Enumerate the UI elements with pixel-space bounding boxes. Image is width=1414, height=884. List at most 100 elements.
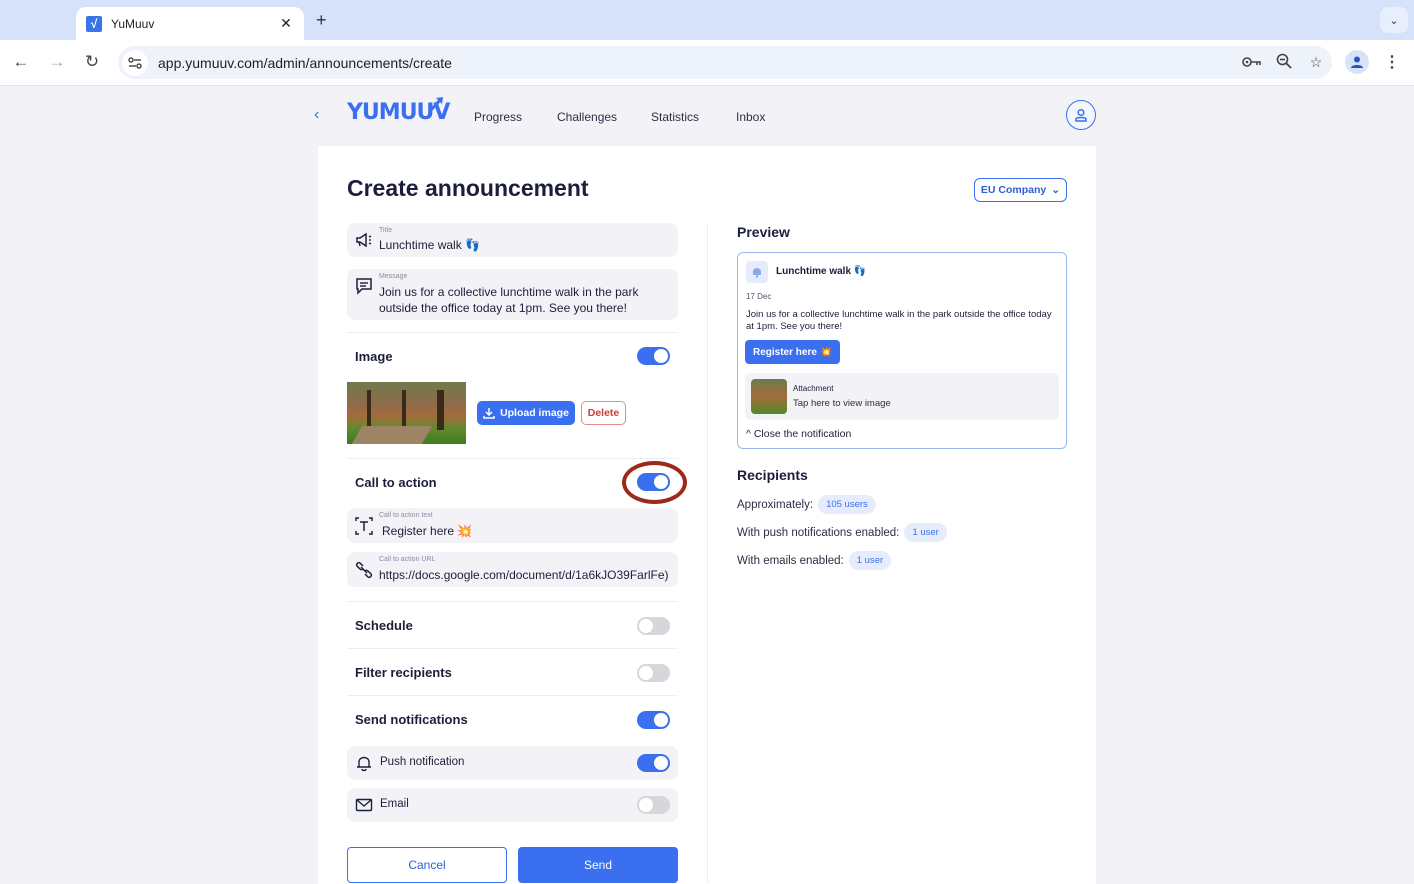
link-icon xyxy=(355,561,373,579)
title-field-value[interactable]: Lunchtime walk 👣 xyxy=(379,238,480,252)
preview-heading: Preview xyxy=(737,224,790,240)
cta-url-value[interactable]: https://docs.google.com/document/d/1a6kJ… xyxy=(379,568,672,582)
recipients-email-count: 1 user xyxy=(848,551,892,570)
upload-image-button[interactable]: Upload image xyxy=(477,401,575,425)
attachment-thumbnail xyxy=(751,379,787,414)
cta-url-label: Call to action URL xyxy=(379,556,436,563)
company-select[interactable]: EU Company ⌄ xyxy=(974,178,1067,202)
filter-recipients-label: Filter recipients xyxy=(355,665,452,680)
nav-progress[interactable]: Progress xyxy=(474,110,522,124)
recipients-approx-row: Approximately: 105 users xyxy=(737,495,876,514)
push-notification-toggle[interactable] xyxy=(637,754,670,772)
title-field-label: Title xyxy=(379,227,392,234)
favicon-icon: √ xyxy=(86,15,102,32)
download-icon xyxy=(483,408,495,419)
preview-attachment[interactable]: Attachment Tap here to view image xyxy=(745,373,1059,420)
title-field[interactable]: Title Lunchtime walk 👣 xyxy=(347,223,678,257)
message-field-label: Message xyxy=(379,273,408,280)
highlight-annotation-ring xyxy=(622,461,687,504)
password-key-icon[interactable] xyxy=(1236,55,1268,71)
bookmark-star-icon[interactable]: ☆ xyxy=(1300,54,1332,71)
divider xyxy=(347,458,678,459)
message-icon xyxy=(356,278,372,295)
column-divider xyxy=(707,223,708,883)
schedule-label: Schedule xyxy=(355,618,413,633)
recipients-push-label: With push notifications enabled: xyxy=(737,526,900,539)
divider xyxy=(347,332,678,333)
new-tab-icon[interactable]: + xyxy=(316,10,327,31)
reload-icon[interactable]: ↻ xyxy=(80,52,104,72)
preview-message: Join us for a collective lunchtime walk … xyxy=(746,309,1052,332)
tab-search-chevron-icon[interactable]: ⌄ xyxy=(1380,7,1408,33)
recipients-push-row: With push notifications enabled: 1 user xyxy=(737,523,947,542)
recipients-email-label: With emails enabled: xyxy=(737,554,844,567)
tab-title: YuMuuv xyxy=(111,16,155,31)
email-toggle[interactable] xyxy=(637,796,670,814)
recipients-email-row: With emails enabled: 1 user xyxy=(737,551,892,570)
forward-icon[interactable]: → xyxy=(45,52,69,72)
back-icon[interactable]: ← xyxy=(9,52,33,72)
cta-url-field[interactable]: Call to action URL https://docs.google.c… xyxy=(347,552,678,587)
profile-icon[interactable] xyxy=(1345,50,1369,74)
nav-challenges[interactable]: Challenges xyxy=(557,110,617,124)
image-toggle[interactable] xyxy=(637,347,670,365)
bell-icon xyxy=(357,756,371,772)
divider xyxy=(347,695,678,696)
image-section-label: Image xyxy=(355,349,393,364)
attachment-label: Attachment xyxy=(793,384,834,393)
divider xyxy=(347,601,678,602)
cta-text-field[interactable]: Call to action text Register here 💥 xyxy=(347,508,678,543)
preview-bell-icon xyxy=(746,261,768,283)
schedule-toggle[interactable] xyxy=(637,617,670,635)
preview-title: Lunchtime walk 👣 xyxy=(776,266,867,277)
kebab-menu-icon[interactable]: ⋮ xyxy=(1384,52,1400,72)
email-row: Email xyxy=(347,788,678,822)
recipients-approx-label: Approximately: xyxy=(737,498,814,511)
preview-cta-button[interactable]: Register here 💥 xyxy=(745,340,841,364)
upload-image-label: Upload image xyxy=(500,407,569,419)
send-button[interactable]: Send xyxy=(518,847,678,883)
send-notifications-toggle[interactable] xyxy=(637,711,670,729)
browser-tab-bar: √ YuMuuv ✕ + ⌄ xyxy=(0,0,1414,40)
call-to-action-label: Call to action xyxy=(355,475,437,490)
push-notification-row: Push notification xyxy=(347,746,678,780)
nav-statistics[interactable]: Statistics xyxy=(651,110,699,124)
delete-image-button[interactable]: Delete xyxy=(581,401,626,425)
email-label: Email xyxy=(380,798,409,810)
attachment-subtitle: Tap here to view image xyxy=(793,398,891,409)
message-field[interactable]: Message Join us for a collective lunchti… xyxy=(347,269,678,320)
message-field-value[interactable]: Join us for a collective lunchtime walk … xyxy=(379,284,659,316)
chevron-down-icon: ⌄ xyxy=(1051,184,1061,196)
cancel-button[interactable]: Cancel xyxy=(347,847,507,883)
user-account-button[interactable] xyxy=(1066,100,1096,130)
company-select-value: EU Company xyxy=(980,184,1047,196)
announcement-image-thumbnail xyxy=(347,382,466,444)
recipients-heading: Recipients xyxy=(737,467,808,483)
recipients-approx-count: 105 users xyxy=(818,495,876,514)
filter-recipients-toggle[interactable] xyxy=(637,664,670,682)
page-title: Create announcement xyxy=(347,175,589,201)
text-frame-icon xyxy=(355,517,373,535)
nav-inbox[interactable]: Inbox xyxy=(736,110,765,124)
site-info-icon[interactable] xyxy=(122,49,148,76)
logo-arrow-icon xyxy=(428,97,443,112)
push-notification-label: Push notification xyxy=(380,756,465,768)
send-notifications-label: Send notifications xyxy=(355,712,468,727)
close-notification-link[interactable]: ^ Close the notification xyxy=(746,428,851,440)
browser-toolbar: ← → ↻ app.yumuuv.com/admin/announcements… xyxy=(0,40,1414,86)
url-text[interactable]: app.yumuuv.com/admin/announcements/creat… xyxy=(158,55,1236,71)
cta-text-label: Call to action text xyxy=(379,512,433,519)
notification-preview: Lunchtime walk 👣 17 Dec Join us for a co… xyxy=(737,252,1067,449)
address-bar[interactable]: app.yumuuv.com/admin/announcements/creat… xyxy=(118,46,1332,79)
preview-date: 17 Dec xyxy=(746,292,772,301)
megaphone-icon xyxy=(356,232,372,248)
recipients-push-count: 1 user xyxy=(904,523,947,542)
cta-text-value[interactable]: Register here 💥 xyxy=(382,524,472,538)
user-icon xyxy=(1075,108,1087,122)
envelope-icon xyxy=(355,798,373,812)
browser-tab[interactable]: √ YuMuuv ✕ xyxy=(76,7,304,40)
back-chevron-icon[interactable]: ‹ xyxy=(314,106,319,124)
divider xyxy=(347,648,678,649)
zoom-out-icon[interactable] xyxy=(1268,53,1300,72)
close-tab-icon[interactable]: ✕ xyxy=(278,15,294,32)
